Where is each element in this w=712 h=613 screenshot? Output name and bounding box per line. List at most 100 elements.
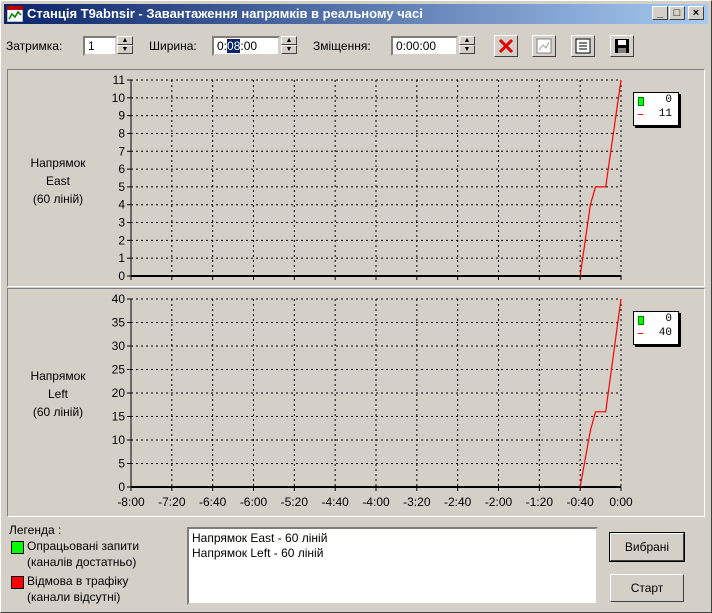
save-icon [615,39,629,53]
x-tick-label: -6:40 [199,495,227,509]
width-label: Ширина: [149,39,197,53]
y-tick-label: 40 [112,292,126,306]
width-spinner[interactable]: ▲ ▼ [281,36,297,56]
main-window: Станція T9abnsir - Завантаження напрямкі… [0,0,712,613]
minimize-button[interactable]: _ [652,6,668,20]
spin-up-icon[interactable]: ▲ [117,36,133,45]
width-value-suffix: :00 [240,39,258,53]
y-tick-label: 30 [112,339,126,353]
close-button[interactable]: × [688,6,704,20]
y-tick-label: 10 [112,91,126,105]
offset-spinner[interactable]: ▲ ▼ [459,36,475,56]
start-button[interactable]: Старт [610,574,684,602]
chart-button[interactable] [532,35,556,57]
legend-row-green: 0 [634,94,676,108]
selected-button[interactable]: Вибрані [609,532,685,562]
minimize-icon: _ [656,7,664,19]
red-marker-icon [638,114,643,115]
y-tick-label: 0 [118,269,125,283]
legend-row-red: 11 [634,108,676,122]
legend-row-green: 0 [634,313,676,327]
red-legend-line2: (канали відсутні) [27,590,121,604]
y-tick-label: 10 [112,433,126,447]
offset-label: Зміщення: [313,39,371,53]
width-input[interactable]: 0:08:00 [212,36,280,56]
maximize-icon: □ [673,7,681,19]
delay-input[interactable]: 1 [83,36,117,56]
save-button[interactable] [610,35,634,57]
x-tick-label: -4:40 [321,495,349,509]
delay-spinner[interactable]: ▲ ▼ [117,36,133,56]
red-legend-swatch [11,576,24,589]
spin-down-icon[interactable]: ▼ [281,45,297,54]
y-tick-label: 5 [118,180,125,194]
chart-panel-left: Напрямок Left (60 ліній) 40 35 30 25 20 15 10 5… [7,288,705,517]
y-tick-label: 1 [118,251,125,265]
legend-value-green: 0 [665,94,672,106]
legend-value-red: 11 [658,108,672,120]
y-tick-label: 7 [118,144,125,158]
y-tick-label: 5 [118,457,125,471]
title-bar: Станція T9abnsir - Завантаження напрямкі… [4,4,708,24]
directions-list[interactable]: Напрямок East - 60 ліній Напрямок Left -… [187,527,598,605]
list-item[interactable]: Напрямок Left - 60 ліній [192,546,593,561]
spin-down-icon[interactable]: ▼ [117,45,133,54]
spin-down-icon[interactable]: ▼ [459,45,475,54]
y-tick-label: 3 [118,216,125,230]
y-tick-label: 0 [118,480,125,494]
y-tick-label: 6 [118,162,125,176]
green-marker-icon [638,97,644,106]
x-tick-label: 0:00 [609,495,633,509]
series-line [579,79,622,277]
green-marker-icon [638,316,644,325]
delay-label: Затримка: [6,39,63,53]
offset-input[interactable]: 0:00:00 [391,36,458,56]
y-tick-label: 8 [118,126,125,140]
x-tick-label: -4:00 [362,495,390,509]
x-tick-label: -0:40 [566,495,594,509]
app-icon [7,6,23,22]
y-tick-label: 2 [118,233,125,247]
x-tick-label: -1:20 [526,495,554,509]
x-tick-label: -3:20 [403,495,431,509]
list-button[interactable] [571,35,595,57]
x-tick-label: -7:20 [158,495,186,509]
list-icon [575,38,591,54]
width-value-prefix: 0: [217,39,228,53]
spin-up-icon[interactable]: ▲ [459,36,475,45]
y-tick-label: 35 [112,316,126,330]
chart-legend-east: 0 11 [633,92,679,126]
chart-legend-left: 0 40 [633,311,679,345]
y-tick-label: 15 [112,410,126,424]
green-legend-line2: (каналів достатньо) [27,555,137,569]
chart-icon [536,38,552,54]
delete-button[interactable] [494,35,518,57]
maximize-button[interactable]: □ [669,6,685,20]
y-tick-label: 4 [118,198,125,212]
list-item[interactable]: Напрямок East - 60 ліній [192,531,593,546]
x-tick-label: -2:00 [485,495,513,509]
y-tick-label: 25 [112,363,126,377]
red-marker-icon [638,333,643,334]
delete-icon [498,38,514,54]
window-title: Станція T9abnsir - Завантаження напрямкі… [27,6,423,21]
left-load-chart: 40 35 30 25 20 15 10 5 0-8:00 -7:20 -6:40 -6:00 -5:2… [112,292,633,509]
x-tick-label: -5:20 [281,495,309,509]
green-legend-line1: Опрацьовані запити [27,539,140,553]
x-tick-label: -6:00 [240,495,268,509]
legend-row-red: 40 [634,327,676,341]
red-legend-line1: Відмова в трафіку [27,574,129,588]
y-tick-label: 9 [118,109,125,123]
x-tick-label: -8:00 [117,495,145,509]
x-tick-label: -2:40 [444,495,472,509]
east-load-chart: 11109876543210 [112,73,622,283]
green-legend-swatch [11,541,24,554]
bottom-panel: Легенда : Опрацьовані запити (каналів до… [7,521,705,609]
y-tick-label: 20 [112,386,126,400]
chart-panel-east: Напрямок East (60 ліній) 11 10 9 8 7 6 5 4 3 2 1 0 … [7,69,705,287]
legend-value-green: 0 [665,313,672,325]
y-tick-label: 11 [113,73,126,87]
legend-value-red: 40 [658,327,672,339]
width-value-selected: 08 [227,39,241,53]
spin-up-icon[interactable]: ▲ [281,36,297,45]
